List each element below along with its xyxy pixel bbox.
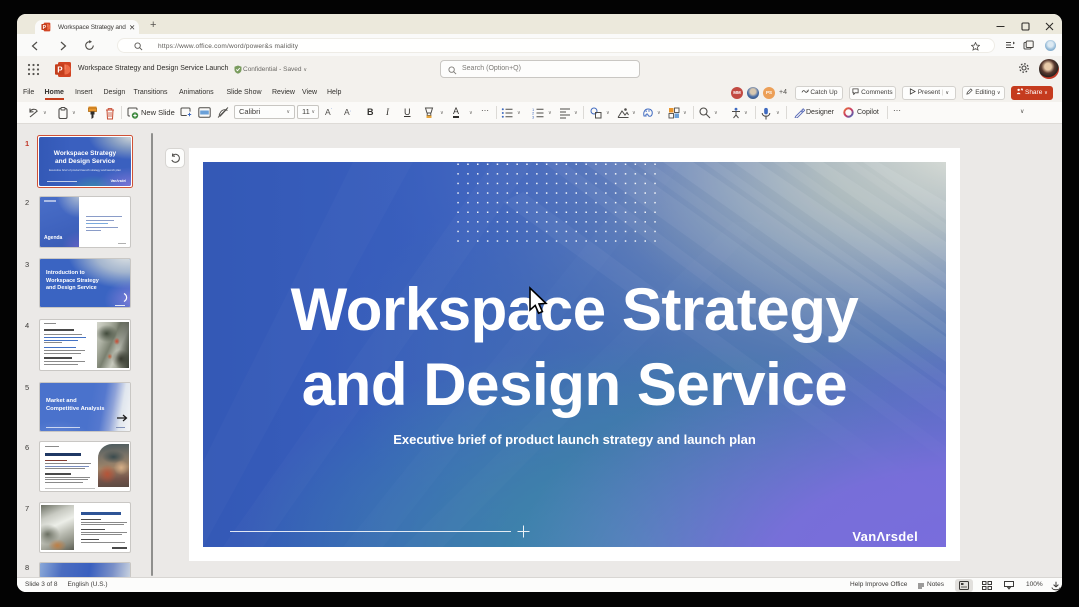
svg-text:P: P (43, 25, 47, 31)
svg-text:3: 3 (532, 114, 535, 119)
svg-text:P: P (57, 66, 63, 75)
